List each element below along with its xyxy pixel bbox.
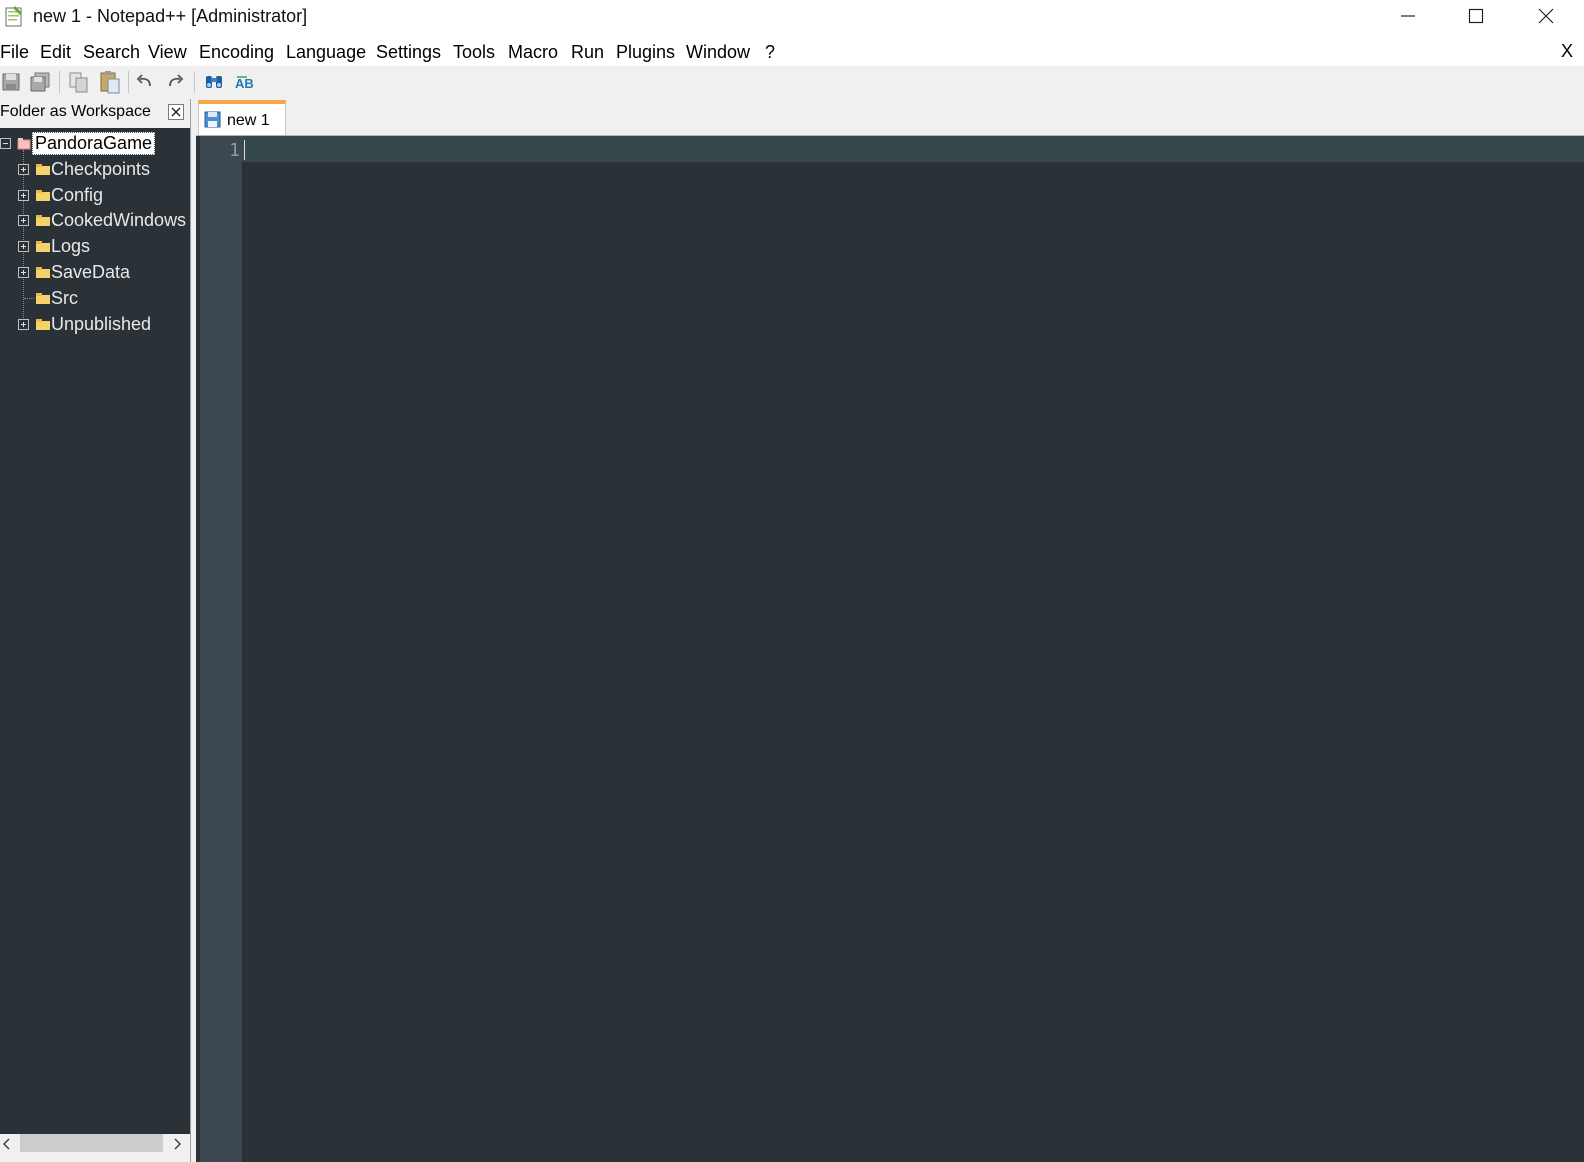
menu-edit[interactable]: Edit — [40, 42, 71, 63]
folder-icon — [36, 241, 50, 252]
expand-icon[interactable] — [18, 319, 29, 330]
tree-item-label: SaveData — [51, 262, 131, 282]
scroll-right-icon[interactable] — [172, 1138, 182, 1150]
editor-area[interactable]: 1 — [196, 136, 1584, 1162]
window-title: new 1 - Notepad++ [Administrator] — [33, 6, 308, 26]
binoculars-icon — [206, 76, 222, 88]
tree-item-label: Unpublished — [51, 314, 152, 334]
tree-item-logs[interactable]: Logs — [0, 234, 190, 260]
scroll-left-icon[interactable] — [2, 1138, 12, 1150]
maximize-icon — [1468, 8, 1484, 24]
panel-title: Folder as Workspace — [0, 103, 151, 120]
menu-file[interactable]: File — [0, 42, 29, 63]
expand-icon[interactable] — [18, 267, 29, 278]
save-button[interactable] — [0, 69, 24, 95]
tree-item-label: Checkpoints — [51, 159, 151, 179]
menu-run[interactable]: Run — [571, 42, 604, 63]
find-button[interactable] — [201, 69, 227, 95]
tree-root-item[interactable]: PandoraGame — [0, 131, 190, 157]
menu-settings[interactable]: Settings — [376, 42, 441, 63]
close-window-button[interactable] — [1512, 0, 1580, 32]
tree-item-savedata[interactable]: SaveData — [0, 260, 190, 286]
paste-icon — [100, 71, 120, 94]
tree-item-config[interactable]: Config — [0, 183, 190, 209]
close-icon — [1538, 8, 1554, 24]
line-number: 1 — [229, 140, 240, 161]
close-panel-button[interactable] — [168, 104, 184, 120]
save-icon — [2, 73, 20, 91]
close-document-menu-button[interactable]: X — [1561, 41, 1573, 62]
folder-icon — [36, 190, 50, 201]
folder-tree: PandoraGame Checkpoints Config CookedWin… — [0, 128, 190, 1134]
tab-label: new 1 — [227, 112, 270, 129]
copy-button[interactable] — [66, 69, 92, 95]
tree-guide-line — [24, 298, 34, 299]
save-all-button[interactable] — [27, 69, 53, 95]
tree-item-src[interactable]: Src — [0, 286, 190, 312]
paste-button[interactable] — [97, 69, 123, 95]
undo-button[interactable] — [132, 69, 158, 95]
menu-bar: File Edit Search View Encoding Language … — [0, 37, 1584, 66]
menu-view[interactable]: View — [148, 42, 187, 63]
expand-icon[interactable] — [18, 190, 29, 201]
expand-icon[interactable] — [18, 241, 29, 252]
maximize-button[interactable] — [1442, 0, 1510, 32]
menu-macro[interactable]: Macro — [508, 42, 558, 63]
menu-tools[interactable]: Tools — [453, 42, 495, 63]
minimize-icon — [1401, 15, 1415, 17]
tree-item-label: Logs — [51, 236, 91, 256]
menu-help[interactable]: ? — [765, 42, 775, 63]
tree-item-checkpoints[interactable]: Checkpoints — [0, 157, 190, 183]
folder-icon — [36, 293, 50, 304]
save-all-icon — [30, 72, 50, 92]
expand-icon[interactable] — [18, 215, 29, 226]
menu-language[interactable]: Language — [286, 42, 366, 63]
tab-new-1[interactable]: new 1 — [198, 100, 286, 135]
toolbar-separator — [128, 71, 129, 93]
root-folder-icon — [17, 138, 31, 150]
menu-window[interactable]: Window — [686, 42, 750, 63]
replace-icon: AB — [235, 76, 254, 91]
tree-item-cookedwindows[interactable]: CookedWindows — [0, 208, 190, 234]
tree-item-unpublished[interactable]: Unpublished — [0, 312, 190, 338]
text-caret — [244, 140, 245, 160]
copy-icon — [69, 72, 88, 93]
svg-text:AB: AB — [235, 76, 254, 91]
tree-item-label: CookedWindows — [51, 210, 187, 230]
toolbar: AB — [0, 66, 1584, 97]
toolbar-separator — [194, 71, 195, 93]
redo-button[interactable] — [162, 69, 188, 95]
notepadpp-app-icon — [5, 6, 22, 27]
line-number-gutter: 1 — [200, 136, 242, 1162]
tree-root-label: PandoraGame — [32, 132, 156, 155]
toolbar-separator — [59, 71, 60, 93]
folder-icon — [36, 319, 50, 330]
menu-plugins[interactable]: Plugins — [616, 42, 675, 63]
close-icon — [171, 107, 181, 117]
redo-icon — [169, 74, 184, 87]
folder-icon — [36, 267, 50, 278]
current-line-highlight — [242, 136, 1584, 162]
folder-icon — [36, 215, 50, 226]
tree-item-label: Config — [51, 185, 104, 205]
minimize-button[interactable] — [1374, 0, 1442, 32]
title-bar: new 1 - Notepad++ [Administrator] — [0, 0, 1584, 37]
collapse-icon[interactable] — [0, 138, 11, 149]
floppy-disk-icon — [204, 111, 221, 128]
undo-icon — [136, 74, 151, 87]
folder-icon — [36, 164, 50, 175]
scrollbar-thumb[interactable] — [20, 1134, 163, 1152]
tree-horizontal-scrollbar[interactable] — [0, 1134, 190, 1162]
tree-item-label: Src — [51, 288, 78, 308]
menu-encoding[interactable]: Encoding — [199, 42, 274, 63]
expand-icon[interactable] — [18, 164, 29, 175]
replace-button[interactable]: AB — [231, 69, 257, 95]
folder-workspace-panel-header: Folder as Workspace — [0, 99, 190, 126]
menu-search[interactable]: Search — [83, 42, 140, 63]
tab-bar: new 1 — [196, 99, 1584, 136]
